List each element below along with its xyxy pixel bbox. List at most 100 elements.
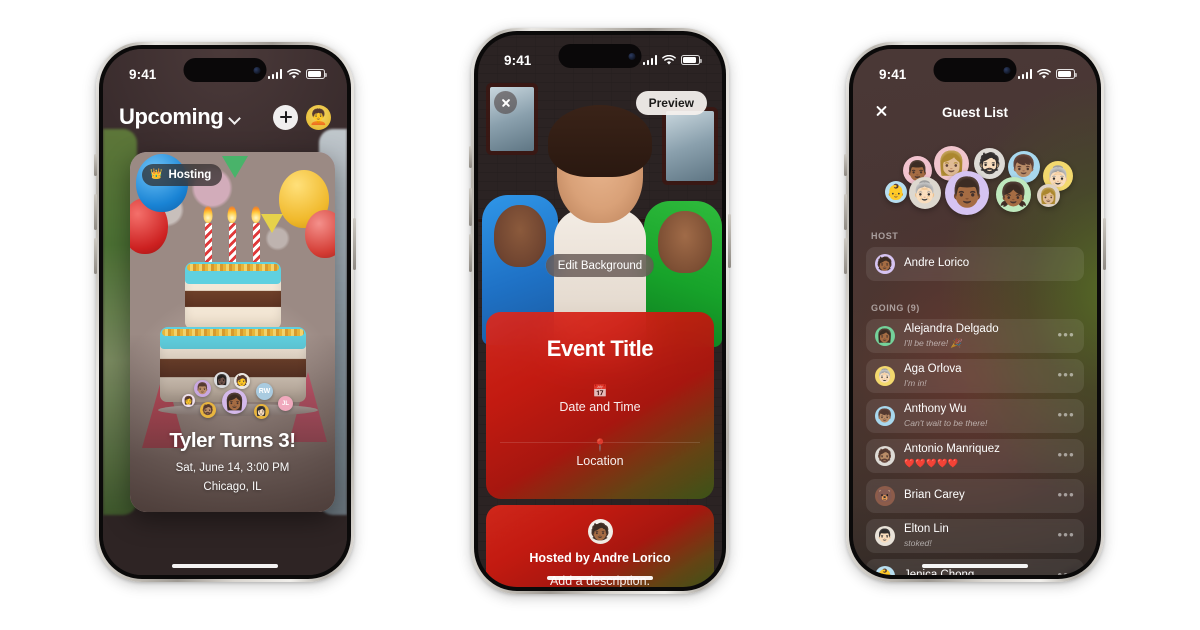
hosting-badge-label: Hosting	[168, 169, 212, 181]
wifi-icon	[662, 54, 676, 65]
guest-status: ❤️❤️❤️❤️❤️	[904, 457, 959, 468]
guest-row[interactable]: 🐻 Brian Carey •••	[866, 479, 1084, 513]
edit-background-button[interactable]: Edit Background	[545, 254, 655, 277]
event-attendee-avatars[interactable]: 👩 👨🏽 👩🏿 🧑 RW JL 🧔🏽 👩🏾 👩🏻	[130, 372, 335, 426]
attendee-avatar[interactable]: 👩🏻	[254, 404, 269, 419]
volume-down-button[interactable]	[844, 238, 847, 274]
home-indicator[interactable]	[922, 564, 1028, 568]
cluster-avatar[interactable]: 👨🏾	[945, 171, 989, 215]
home-indicator[interactable]	[172, 564, 278, 568]
host-card[interactable]: 🧑🏾 Hosted by Andre Lorico Add a descript…	[486, 505, 714, 587]
attendee-avatar[interactable]: RW	[256, 383, 273, 400]
guest-row[interactable]: 👵🏻 Aga Orlova I'm in! •••	[866, 359, 1084, 393]
guest-avatar: 🐻	[875, 486, 895, 506]
cluster-avatar[interactable]: 👧🏾	[996, 177, 1031, 212]
guest-row[interactable]: 👨🏻 Elton Lin stoked! •••	[866, 519, 1084, 553]
event-datetime: Sat, June 14, 3:00 PM	[175, 461, 290, 474]
host-row[interactable]: 🧑🏾 Andre Lorico	[866, 247, 1084, 281]
crown-icon: 👑	[150, 169, 163, 180]
volume-down-button[interactable]	[469, 234, 472, 272]
volume-up-button[interactable]	[469, 188, 472, 226]
cluster-avatar[interactable]: 👩🏼	[1037, 184, 1060, 207]
more-options-icon[interactable]: •••	[1057, 448, 1075, 464]
attendee-avatar[interactable]: 👩🏿	[214, 372, 230, 388]
guest-list-navbar: Guest List	[853, 95, 1097, 129]
screenshot-stage: 9:41 Upcoming	[0, 0, 1200, 630]
more-options-icon[interactable]: •••	[1057, 568, 1075, 575]
attendee-avatar[interactable]: 🧔🏽	[200, 402, 216, 418]
guest-row-text: Alejandra Delgado I'll be there! 🎉	[904, 323, 1057, 348]
guest-avatar: 👩🏾	[875, 326, 895, 346]
chevron-down-icon[interactable]	[229, 112, 240, 123]
phone2-screen: 9:41 Preview Edit Background Event Title…	[478, 35, 722, 587]
guest-row[interactable]: 👦🏽 Anthony Wu Can't wait to be there! •••	[866, 399, 1084, 433]
cluster-avatar[interactable]: 👶	[885, 181, 907, 203]
event-card[interactable]: 👑 Hosting 👩 👨🏽 👩🏿 🧑 RW JL 🧔🏽 👩🏾 👩🏻 Tyler Turns 3…	[130, 152, 335, 512]
guest-row[interactable]: 🧔🏽 Antonio Manriquez ❤️❤️❤️❤️❤️ •••	[866, 439, 1084, 473]
guest-name: Alejandra Delgado	[904, 323, 999, 336]
mute-switch[interactable]	[469, 146, 472, 168]
guest-avatar: 👨🏻	[875, 526, 895, 546]
event-title: Tyler Turns 3!	[169, 428, 296, 452]
guest-row[interactable]: 👩🏾 Alejandra Delgado I'll be there! 🎉 •••	[866, 319, 1084, 353]
phone3-screen: 9:41 Guest List 👨🏾 👩🏼 🧔🏻 👦🏽 👵🏻 👶 👵🏻 👨🏾 👧…	[853, 49, 1097, 575]
front-camera-icon	[253, 66, 261, 74]
more-options-icon[interactable]: •••	[1057, 368, 1075, 384]
more-options-icon[interactable]: •••	[1057, 408, 1075, 424]
host-name: Andre Lorico	[904, 257, 970, 270]
volume-up-button[interactable]	[844, 194, 847, 230]
mute-switch[interactable]	[94, 154, 97, 176]
add-event-button[interactable]	[273, 104, 298, 130]
attendee-avatar[interactable]: 🧑	[234, 373, 250, 389]
guest-status: I'll be there! 🎉	[904, 337, 962, 348]
more-options-icon[interactable]: •••	[1057, 328, 1075, 344]
profile-avatar[interactable]: 🧑‍🦱	[306, 104, 331, 130]
more-options-icon[interactable]: •••	[1057, 488, 1075, 504]
close-composer-button[interactable]	[494, 91, 517, 114]
front-camera-icon	[628, 52, 636, 60]
guest-rows[interactable]: 👩🏾 Alejandra Delgado I'll be there! 🎉 ••• 👵🏻…	[866, 319, 1084, 575]
bunting-yellow	[261, 214, 283, 233]
home-indicator[interactable]	[547, 576, 653, 580]
date-time-field[interactable]: 📅 Date and Time	[486, 384, 714, 416]
attendee-avatar[interactable]: 👩🏾	[222, 389, 247, 414]
location-field[interactable]: 📍 Location	[486, 438, 714, 470]
dynamic-island	[183, 58, 267, 82]
guest-row-text: Brian Carey	[904, 489, 1057, 502]
power-button[interactable]	[1103, 218, 1106, 270]
dynamic-island	[558, 44, 642, 68]
guest-row-text: Aga Orlova I'm in!	[904, 363, 1057, 388]
more-options-icon[interactable]: •••	[1057, 528, 1075, 544]
power-button[interactable]	[353, 218, 356, 270]
attendee-avatar[interactable]: JL	[278, 396, 293, 411]
map-pin-icon: 📍	[592, 438, 608, 452]
guest-row-text: Antonio Manriquez ❤️❤️❤️❤️❤️	[904, 443, 1057, 468]
preview-button[interactable]: Preview	[635, 91, 707, 115]
bunting-green	[222, 156, 248, 178]
volume-down-button[interactable]	[94, 238, 97, 274]
upcoming-menu-button[interactable]: Upcoming	[119, 104, 240, 130]
cake-top-tier	[184, 223, 281, 329]
cellular-bars-icon	[267, 69, 282, 79]
close-guest-list-button[interactable]	[873, 102, 890, 119]
date-time-label: Date and Time	[559, 400, 641, 414]
hair-center	[548, 105, 652, 177]
event-title-field[interactable]: Event Title	[486, 336, 714, 362]
power-button[interactable]	[728, 214, 731, 268]
guest-status: I'm in!	[904, 377, 927, 388]
plus-icon	[279, 111, 292, 123]
host-section-label: HOST	[871, 231, 899, 241]
host-avatar-emoji: 🧑🏾	[590, 523, 610, 541]
attendee-avatar[interactable]: 👨🏽	[194, 380, 211, 397]
phone1-screen: 9:41 Upcoming	[103, 49, 347, 575]
guest-status: Can't wait to be there!	[904, 417, 988, 428]
guest-list-sections[interactable]: HOST 🧑🏾 Andre Lorico GOING (9) 👩🏾 Alejand…	[866, 231, 1084, 575]
guest-avatar-cluster[interactable]: 👨🏾 👩🏼 🧔🏻 👦🏽 👵🏻 👶 👵🏻 👨🏾 👧🏾 👩🏼	[853, 141, 1097, 223]
guest-status: stoked!	[904, 537, 932, 548]
cluster-avatar[interactable]: 👵🏻	[909, 177, 941, 209]
volume-up-button[interactable]	[94, 194, 97, 230]
guest-avatar: 🧔🏽	[875, 446, 895, 466]
mute-switch[interactable]	[844, 154, 847, 176]
attendee-avatar[interactable]: 👩	[182, 394, 195, 407]
